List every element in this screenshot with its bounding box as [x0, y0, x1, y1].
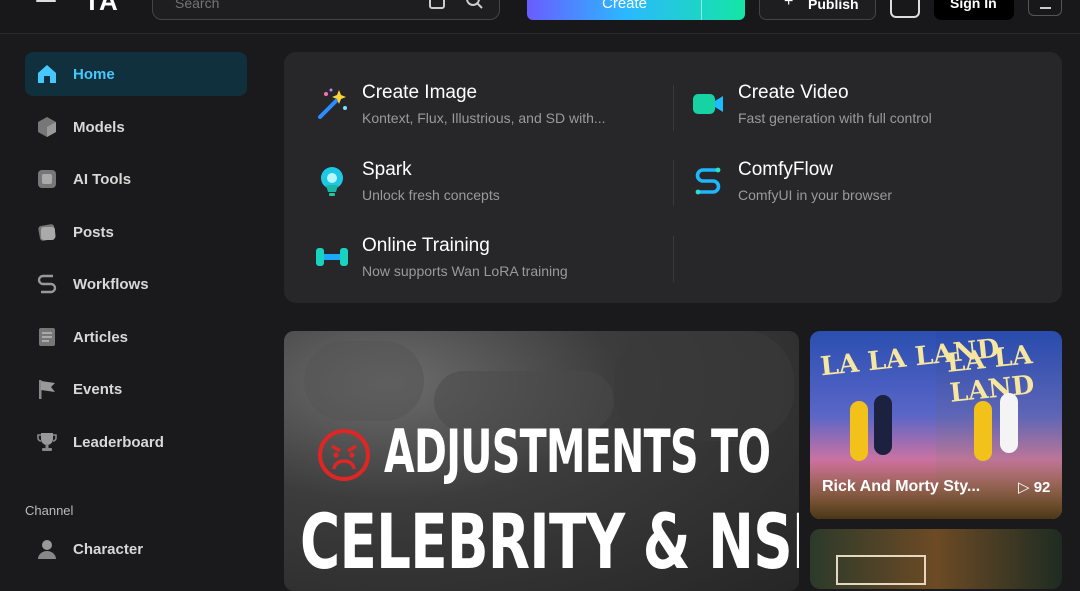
action-subtitle: ComfyUI in your browser [738, 187, 893, 203]
search-box [152, 0, 500, 20]
create-video-action[interactable]: Create Video Fast generation with full c… [660, 82, 1020, 138]
channel-section-title: Channel [25, 503, 74, 518]
magic-wand-icon [318, 88, 347, 119]
model-card[interactable]: LA LA LAND LA LA LAND Rick And Morty Sty… [810, 331, 1062, 519]
site-logo[interactable]: TA [84, 0, 119, 17]
sign-in-label: Sign In [950, 0, 997, 11]
sidebar: Home Models AI Tools Posts Workflows Art… [0, 35, 268, 575]
divider [673, 85, 674, 131]
action-subtitle: Unlock fresh concepts [362, 187, 500, 203]
dancer-figure [850, 401, 868, 461]
angry-face-icon [318, 429, 370, 481]
divider [673, 236, 674, 282]
comfyflow-action[interactable]: ComfyFlow ComfyUI in your browser [660, 159, 1020, 215]
action-title: Create Video [738, 82, 849, 103]
home-icon [38, 65, 56, 83]
sidebar-item-label: Home [73, 66, 115, 83]
online-training-action[interactable]: Online Training Now supports Wan LoRA tr… [284, 235, 644, 291]
trophy-icon [37, 433, 57, 451]
hamburger-menu-icon[interactable] [36, 0, 56, 8]
action-title: Spark [362, 159, 412, 180]
comfyflow-icon [695, 167, 721, 195]
lightbulb-icon [321, 167, 343, 196]
action-title: Online Training [362, 235, 490, 256]
sidebar-item-label: Articles [73, 329, 129, 346]
action-subtitle: Kontext, Flux, Illustrious, and SD with.… [362, 110, 606, 126]
poster-frame [836, 555, 926, 585]
flag-icon [39, 380, 55, 399]
action-subtitle: Fast generation with full control [738, 110, 932, 126]
sidebar-item-label: Character [73, 541, 144, 558]
publish-button-label: Publish [808, 0, 859, 12]
play-icon: ▷ [1018, 479, 1030, 496]
create-button[interactable]: Create [527, 0, 745, 20]
action-title: Create Image [362, 82, 478, 103]
action-title: ComfyFlow [738, 159, 834, 180]
article-icon [39, 328, 55, 346]
notification-icon[interactable] [890, 0, 920, 18]
sidebar-item-character[interactable]: Character [25, 527, 247, 571]
banner-headline-line1: ADJUSTMENTS TO [384, 417, 771, 487]
search-icon[interactable] [465, 0, 483, 9]
divider [673, 160, 674, 206]
top-bar: TA Create + Publish Sign In [0, 0, 1080, 34]
tools-icon [38, 170, 56, 188]
model-card[interactable] [810, 529, 1062, 589]
spark-action[interactable]: Spark Unlock fresh concepts [284, 159, 644, 215]
dancer-figure [874, 395, 892, 455]
search-input[interactable] [175, 0, 375, 11]
posts-icon [38, 224, 56, 241]
create-image-action[interactable]: Create Image Kontext, Flux, Illustrious,… [284, 82, 644, 138]
video-camera-icon [693, 94, 723, 114]
image-search-icon[interactable] [429, 0, 445, 9]
sidebar-item-workflows[interactable]: Workflows [25, 262, 247, 306]
sidebar-item-label: Leaderboard [73, 434, 164, 451]
character-icon [38, 540, 56, 559]
sidebar-item-label: Workflows [73, 276, 149, 293]
dumbbell-icon [316, 248, 348, 266]
sidebar-item-home[interactable]: Home [25, 52, 247, 96]
sidebar-item-label: Events [73, 381, 123, 398]
cube-icon [38, 117, 56, 137]
sidebar-item-label: Posts [73, 224, 114, 241]
sidebar-item-posts[interactable]: Posts [25, 210, 247, 254]
view-count: ▷ 92 [1018, 478, 1050, 496]
sidebar-item-leaderboard[interactable]: Leaderboard [25, 420, 247, 464]
sidebar-item-ai-tools[interactable]: AI Tools [25, 157, 247, 201]
view-count-value: 92 [1033, 479, 1051, 496]
sidebar-item-events[interactable]: Events [25, 367, 247, 411]
action-subtitle: Now supports Wan LoRA training [362, 263, 568, 279]
create-button-label: Create [602, 0, 648, 12]
dancer-figure [1000, 393, 1018, 453]
plus-icon: + [784, 0, 794, 10]
model-card-title: Rick And Morty Sty... [822, 478, 981, 495]
sidebar-item-models[interactable]: Models [25, 105, 247, 149]
publish-button[interactable]: + Publish [759, 0, 876, 20]
create-dropdown-divider [701, 0, 702, 20]
quick-actions-card: Create Image Kontext, Flux, Illustrious,… [284, 52, 1062, 303]
sidebar-item-label: AI Tools [73, 171, 132, 188]
sidebar-item-articles[interactable]: Articles [25, 315, 247, 359]
banner-headline-line2: CELEBRITY & NSFW [300, 497, 799, 586]
banner-bg-shape [304, 341, 424, 421]
sidebar-item-label: Models [73, 119, 125, 136]
dancer-figure [974, 401, 992, 461]
sign-in-button[interactable]: Sign In [934, 0, 1014, 20]
more-menu-icon[interactable] [1028, 0, 1062, 16]
featured-banner[interactable]: ADJUSTMENTS TO CELEBRITY & NSFW [284, 331, 799, 591]
workflow-icon [37, 274, 57, 294]
